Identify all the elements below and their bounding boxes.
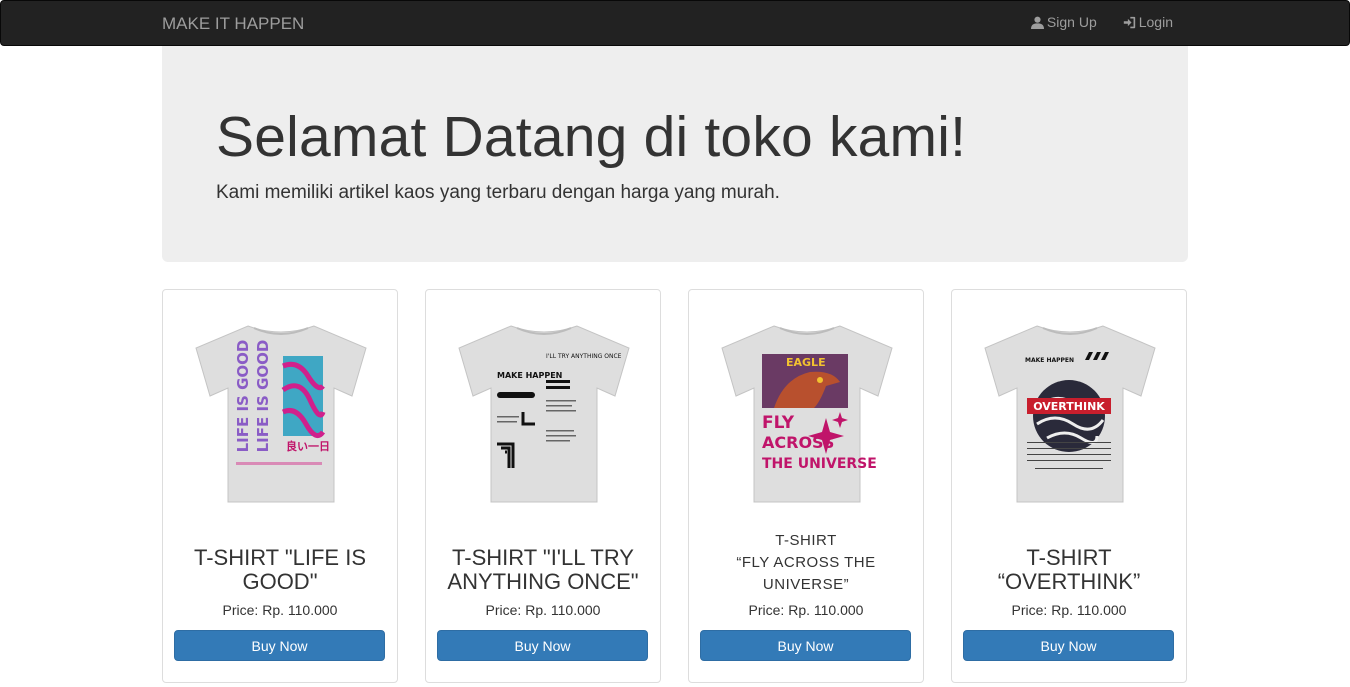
buy-now-button[interactable]: Buy Now	[963, 630, 1174, 661]
product-image-overthink: MAKE HAPPEN OVERTHINK	[984, 325, 1156, 503]
product-image-fly-across: EAGLE FLY ACROSS THE UNIVERSE	[721, 325, 893, 503]
buy-now-button[interactable]: Buy Now	[174, 630, 385, 661]
login-link[interactable]: Login	[1123, 14, 1173, 30]
product-name-line: UNIVERSE”	[762, 576, 850, 593]
product-image-try-anything: MAKE HAPPEN I'LL TRY ANYTHING ONCE	[458, 325, 630, 503]
product-price: Price: Rp. 110.000	[222, 602, 338, 618]
product-price: Price: Rp. 110.000	[1011, 602, 1127, 618]
page-title: Selamat Datang di toko kami!	[216, 105, 967, 169]
jumbotron: Selamat Datang di toko kami! Kami memili…	[162, 46, 1188, 262]
product-card-life-is-good: LIFE IS GOOD LIFE IS GOOD 良い一日 T-SHIRT "…	[162, 289, 398, 683]
signup-link[interactable]: Sign Up	[1030, 14, 1097, 30]
product-card-try-anything: MAKE HAPPEN I'LL TRY ANYTHING ONCE T-SHI…	[425, 289, 661, 683]
login-icon	[1123, 16, 1135, 28]
shirt-print-text: EAGLE	[786, 356, 826, 369]
product-name: T-SHIRT “FLY ACROSS THE UNIVERSE”	[697, 530, 915, 596]
product-card-fly-across: EAGLE FLY ACROSS THE UNIVERSE T-SHIRT “F…	[688, 289, 924, 683]
login-label: Login	[1138, 14, 1173, 30]
shirt-print-text: LIFE IS GOOD	[234, 340, 252, 453]
page-lead: Kami memiliki artikel kaos yang terbaru …	[216, 182, 780, 203]
navbar: MAKE IT HAPPEN Sign Up Login	[0, 0, 1350, 46]
nav-right: Sign Up Login	[1030, 14, 1173, 30]
shirt-print-text: OVERTHINK	[1033, 400, 1105, 413]
product-card-overthink: MAKE HAPPEN OVERTHINK T-SHIRT “OVERTHINK…	[951, 289, 1187, 683]
product-name: T-SHIRT “OVERTHINK”	[997, 545, 1141, 594]
product-price: Price: Rp. 110.000	[748, 602, 864, 618]
buy-now-button[interactable]: Buy Now	[437, 630, 648, 661]
shirt-print-text: I'LL TRY ANYTHING ONCE	[546, 353, 622, 360]
shirt-print-text: FLY	[762, 413, 795, 433]
shirt-print-text: MAKE HAPPEN	[1025, 357, 1074, 364]
user-icon	[1030, 16, 1044, 29]
brand-link[interactable]: MAKE IT HAPPEN	[162, 14, 304, 34]
product-name: T-SHIRT "LIFE IS GOOD"	[193, 545, 367, 594]
product-name-line: T-SHIRT	[775, 532, 837, 549]
shirt-print-text: 良い一日	[286, 439, 330, 453]
product-price: Price: Rp. 110.000	[485, 602, 601, 618]
shirt-print-text: MAKE HAPPEN	[497, 371, 562, 380]
buy-now-button[interactable]: Buy Now	[700, 630, 911, 661]
signup-label: Sign Up	[1046, 14, 1097, 30]
shirt-print-text: LIFE IS GOOD	[254, 340, 272, 453]
product-image-life-is-good: LIFE IS GOOD LIFE IS GOOD 良い一日	[195, 325, 367, 503]
product-name: T-SHIRT "I'LL TRY ANYTHING ONCE"	[447, 545, 639, 594]
shirt-print-text: THE UNIVERSE	[762, 456, 877, 472]
product-name-line: “FLY ACROSS THE	[736, 554, 876, 571]
